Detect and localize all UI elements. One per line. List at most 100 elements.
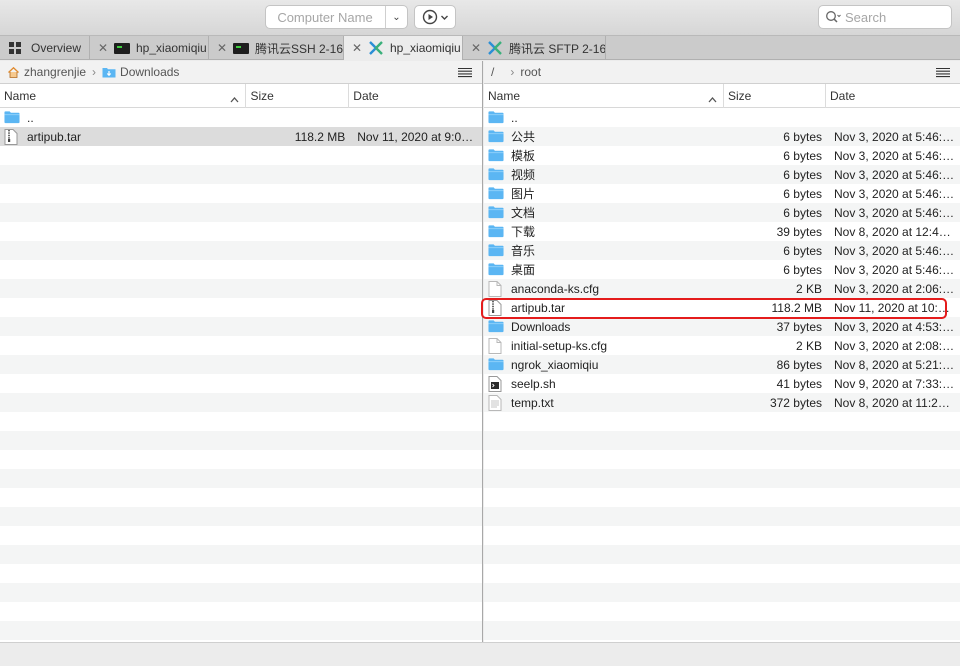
empty-row bbox=[484, 488, 960, 507]
file-name-cell: .. bbox=[484, 110, 728, 126]
toolbar: ⌄ bbox=[0, 0, 960, 36]
empty-row bbox=[0, 374, 482, 393]
file-size: 6 bytes bbox=[783, 148, 822, 163]
tab-sftp-hp-xiaomiqiu[interactable]: ✕ hp_xiaomiqiu bbox=[344, 36, 463, 60]
empty-row bbox=[0, 564, 482, 583]
file-name-cell: 文档 bbox=[484, 204, 728, 221]
chevron-right-icon: › bbox=[510, 65, 515, 79]
file-name: initial-setup-ks.cfg bbox=[511, 338, 608, 353]
name-column-header[interactable]: Name bbox=[484, 83, 724, 108]
file-size: 86 bytes bbox=[776, 357, 822, 372]
connect-button[interactable] bbox=[414, 5, 456, 29]
file-size: 372 bytes bbox=[769, 395, 822, 410]
file-name: 音乐 bbox=[511, 244, 536, 258]
file-icon bbox=[488, 280, 504, 297]
file-row[interactable]: artipub.tar 118.2 MB Nov 11, 2020 at 10:04… bbox=[484, 298, 960, 317]
date-column-header[interactable]: Date bbox=[826, 84, 960, 108]
tab-sftp-tencent[interactable]: ✕ 腾讯云 SFTP 2-16 bbox=[463, 36, 606, 60]
empty-row bbox=[0, 222, 482, 241]
search-input[interactable] bbox=[845, 9, 945, 25]
tab-ssh-hp-xiaomiqiu[interactable]: ✕ hp_xiaomiqiu bbox=[90, 36, 209, 60]
file-row[interactable]: Downloads 37 bytes Nov 3, 2020 at 4:53:3..… bbox=[484, 317, 960, 336]
file-row[interactable]: 文档 6 bytes Nov 3, 2020 at 5:46:3... bbox=[484, 203, 960, 222]
file-date: Nov 11, 2020 at 10:04... bbox=[834, 300, 960, 315]
size-column-header[interactable]: Size bbox=[246, 83, 350, 108]
status-bar bbox=[0, 642, 960, 666]
breadcrumb: / › root bbox=[484, 61, 960, 84]
breadcrumb-item[interactable]: / bbox=[491, 65, 494, 79]
file-row[interactable]: initial-setup-ks.cfg 2 KB Nov 3, 2020 at 2… bbox=[484, 336, 960, 355]
folder-icon bbox=[488, 224, 504, 240]
file-row[interactable]: temp.txt 372 bytes Nov 8, 2020 at 11:28:..… bbox=[484, 393, 960, 412]
close-icon[interactable]: ✕ bbox=[352, 41, 362, 55]
file-name-cell: Downloads bbox=[484, 319, 728, 335]
folder-icon bbox=[488, 186, 504, 202]
size-column-header[interactable]: Size bbox=[724, 83, 826, 108]
tab-overview[interactable]: Overview bbox=[0, 36, 90, 60]
file-name: ngrok_xiaomiqiu bbox=[511, 357, 599, 372]
file-date: Nov 9, 2020 at 7:33:5... bbox=[834, 376, 959, 391]
close-icon[interactable]: ✕ bbox=[98, 41, 108, 55]
file-row[interactable]: .. bbox=[484, 108, 960, 127]
search-field[interactable] bbox=[818, 5, 952, 29]
file-size: 6 bytes bbox=[783, 205, 822, 220]
file-name: 下载 bbox=[511, 225, 536, 239]
date-column-header[interactable]: Date bbox=[349, 84, 482, 108]
file-row[interactable]: anaconda-ks.cfg 2 KB Nov 3, 2020 at 2:06:4… bbox=[484, 279, 960, 298]
file-name-cell: 下载 bbox=[484, 223, 728, 240]
chevron-down-icon bbox=[440, 15, 448, 20]
list-menu-icon[interactable] bbox=[936, 67, 950, 81]
file-row[interactable]: seelp.sh 41 bytes Nov 9, 2020 at 7:33:5... bbox=[484, 374, 960, 393]
terminal-icon bbox=[233, 42, 249, 54]
file-row[interactable]: artipub.tar 118.2 MB Nov 11, 2020 at 9:09:… bbox=[0, 127, 482, 146]
breadcrumb-item[interactable]: root bbox=[520, 65, 541, 79]
file-name-cell: 模板 bbox=[484, 147, 728, 164]
file-row[interactable]: ngrok_xiaomiqiu 86 bytes Nov 8, 2020 at 5:… bbox=[484, 355, 960, 374]
empty-row bbox=[484, 621, 960, 640]
empty-row bbox=[0, 488, 482, 507]
tab-label: hp_xiaomiqiu bbox=[390, 41, 461, 55]
empty-row bbox=[0, 469, 482, 488]
empty-row bbox=[0, 393, 482, 412]
sftp-icon bbox=[487, 40, 503, 56]
file-row[interactable]: 图片 6 bytes Nov 3, 2020 at 5:46:3... bbox=[484, 184, 960, 203]
file-date: Nov 8, 2020 at 11:28:... bbox=[834, 395, 958, 410]
file-date: Nov 3, 2020 at 2:06:4... bbox=[834, 281, 959, 296]
empty-row bbox=[0, 336, 482, 355]
file-name-cell: temp.txt bbox=[484, 394, 728, 411]
file-name: seelp.sh bbox=[511, 376, 556, 391]
home-icon bbox=[8, 66, 19, 78]
list-menu-icon[interactable] bbox=[458, 67, 472, 81]
sort-up-icon bbox=[708, 92, 717, 106]
file-row[interactable]: 公共 6 bytes Nov 3, 2020 at 5:46:3... bbox=[484, 127, 960, 146]
file-name-cell: artipub.tar bbox=[0, 128, 249, 145]
file-name: 视频 bbox=[511, 168, 536, 182]
close-icon[interactable]: ✕ bbox=[217, 41, 227, 55]
breadcrumb-item[interactable]: zhangrenjie bbox=[24, 65, 86, 79]
file-row[interactable]: 视频 6 bytes Nov 3, 2020 at 5:46:3... bbox=[484, 165, 960, 184]
file-row[interactable]: 模板 6 bytes Nov 3, 2020 at 5:46:3... bbox=[484, 146, 960, 165]
file-row[interactable]: 桌面 6 bytes Nov 3, 2020 at 5:46:3... bbox=[484, 260, 960, 279]
computer-name-input[interactable] bbox=[266, 9, 384, 25]
tab-ssh-tencent[interactable]: ✕ 腾讯云SSH 2-16 bbox=[209, 36, 344, 60]
folder-icon bbox=[488, 262, 504, 278]
file-date: Nov 3, 2020 at 2:08:0... bbox=[834, 338, 959, 353]
empty-row bbox=[484, 564, 960, 583]
empty-row bbox=[0, 431, 482, 450]
empty-row bbox=[0, 279, 482, 298]
tab-label: hp_xiaomiqiu bbox=[136, 41, 207, 55]
sort-up-icon bbox=[230, 92, 239, 106]
file-name: 桌面 bbox=[511, 263, 536, 277]
computer-name-field[interactable]: ⌄ bbox=[265, 5, 408, 29]
file-date: Nov 3, 2020 at 5:46:3... bbox=[834, 205, 959, 220]
file-name: artipub.tar bbox=[511, 300, 566, 315]
breadcrumb-item[interactable]: Downloads bbox=[120, 65, 179, 79]
file-row[interactable]: 音乐 6 bytes Nov 3, 2020 at 5:46:3... bbox=[484, 241, 960, 260]
file-row[interactable]: .. bbox=[0, 108, 482, 127]
chevron-down-icon[interactable]: ⌄ bbox=[385, 6, 407, 28]
folder-icon bbox=[488, 243, 504, 259]
empty-row bbox=[0, 355, 482, 374]
name-column-header[interactable]: Name bbox=[0, 83, 247, 108]
file-row[interactable]: 下载 39 bytes Nov 8, 2020 at 12:47:... bbox=[484, 222, 960, 241]
close-icon[interactable]: ✕ bbox=[471, 41, 481, 55]
